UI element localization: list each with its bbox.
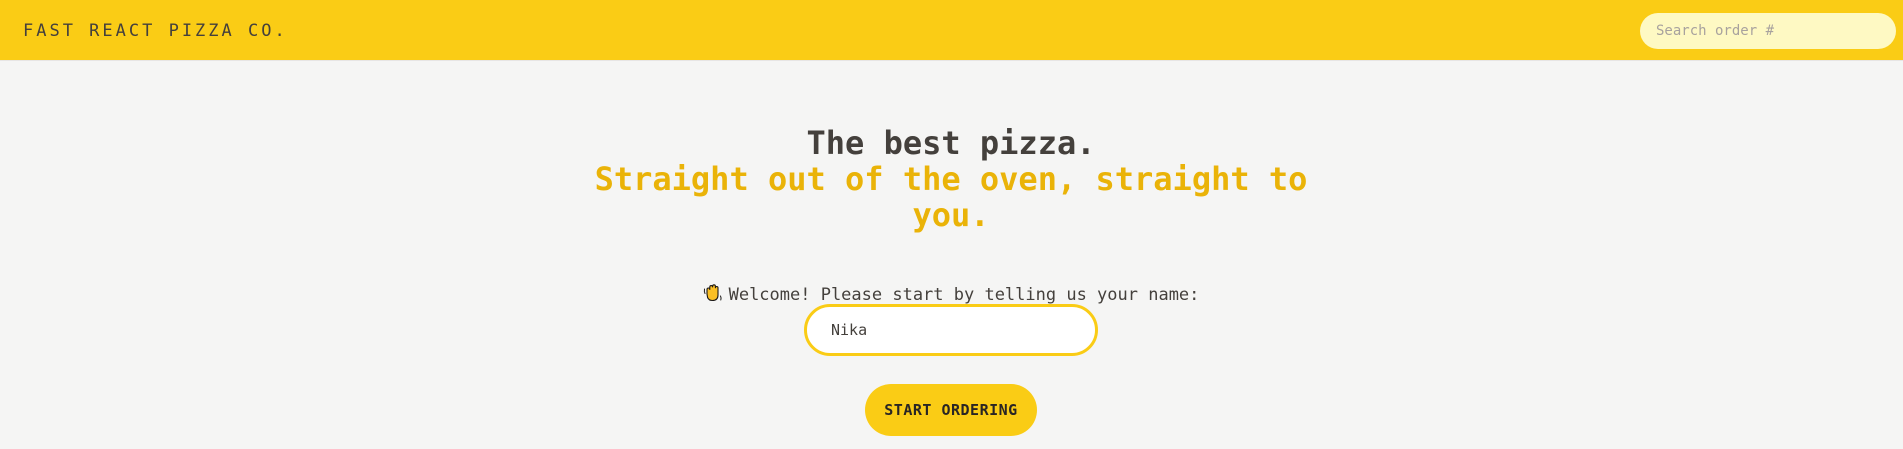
search-order-input[interactable]	[1640, 13, 1896, 49]
page-title: The best pizza. Straight out of the oven…	[551, 125, 1351, 233]
welcome-prompt-text: Welcome! Please start by telling us your…	[728, 285, 1200, 305]
title-line-primary: The best pizza.	[806, 124, 1096, 162]
app-header: FAST REACT PIZZA CO.	[0, 0, 1903, 61]
home-main: The best pizza. Straight out of the oven…	[0, 61, 1903, 449]
waving-hand-icon	[703, 284, 722, 302]
logo-link[interactable]: FAST REACT PIZZA CO.	[23, 20, 288, 42]
customer-name-input[interactable]	[804, 304, 1098, 356]
start-ordering-button[interactable]: START ORDERING	[865, 384, 1037, 436]
title-line-accent: Straight out of the oven, straight to yo…	[594, 160, 1308, 234]
